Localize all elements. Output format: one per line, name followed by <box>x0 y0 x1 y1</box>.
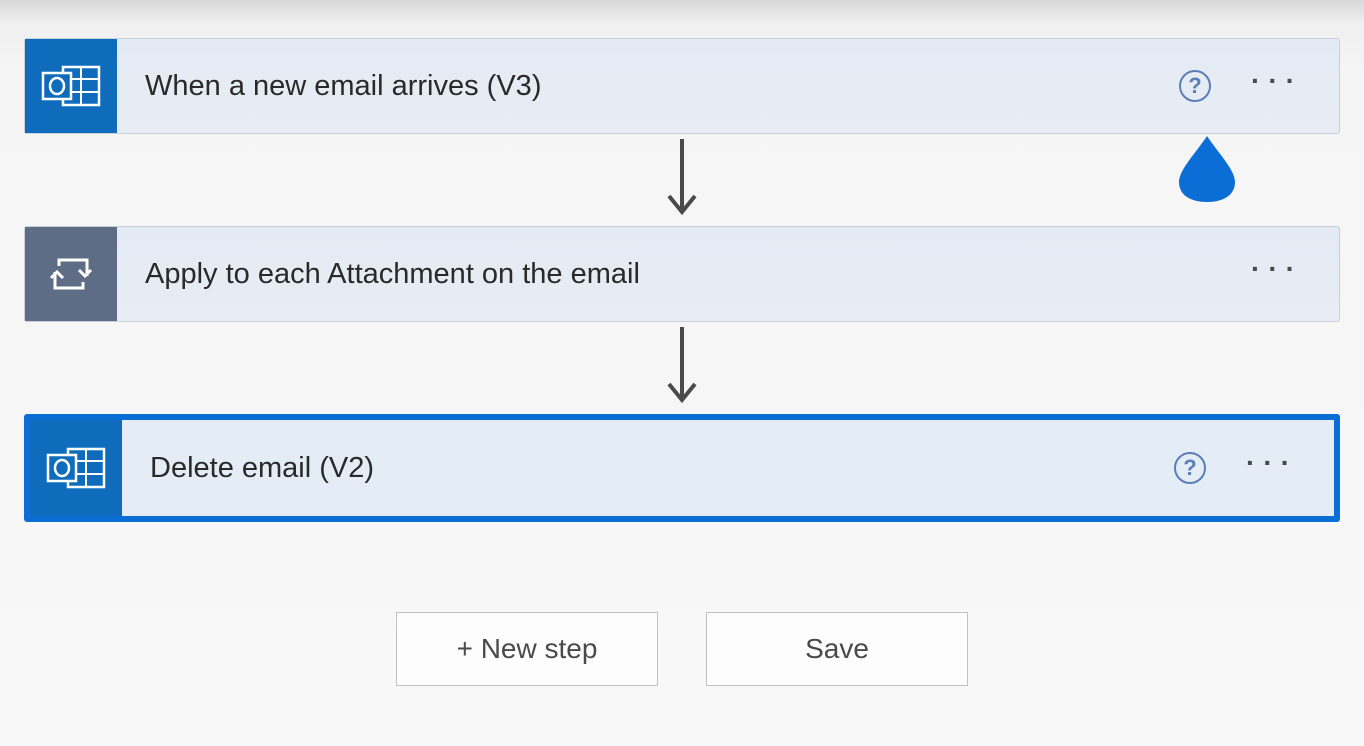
arrow-connector <box>661 322 703 414</box>
flow-designer: When a new email arrives (V3) ? ··· Appl… <box>0 38 1364 686</box>
more-menu-icon[interactable]: ··· <box>1246 449 1298 487</box>
cursor-drop-icon <box>1173 132 1241 204</box>
step-actions: ··· <box>1251 255 1339 293</box>
arrow-down-icon <box>661 134 703 226</box>
loop-icon <box>49 252 93 296</box>
help-icon[interactable]: ? <box>1179 70 1211 102</box>
outlook-icon-box <box>25 39 117 133</box>
step-title: Delete email (V2) <box>150 452 374 485</box>
step-title: Apply to each Attachment on the email <box>145 258 640 291</box>
new-step-button[interactable]: + New step <box>396 612 658 686</box>
outlook-icon <box>41 61 101 111</box>
step-content: Delete email (V2) <box>122 452 1174 485</box>
action-step-card-selected[interactable]: Delete email (V2) ? ··· <box>24 414 1340 522</box>
more-menu-icon[interactable]: ··· <box>1251 255 1303 293</box>
arrow-down-icon <box>661 322 703 414</box>
arrow-connector <box>661 134 703 226</box>
help-icon[interactable]: ? <box>1174 452 1206 484</box>
step-content: Apply to each Attachment on the email <box>117 258 1251 291</box>
more-menu-icon[interactable]: ··· <box>1251 67 1303 105</box>
outlook-icon-box <box>30 420 122 516</box>
step-actions: ? ··· <box>1174 449 1334 487</box>
save-button[interactable]: Save <box>706 612 968 686</box>
trigger-step-card[interactable]: When a new email arrives (V3) ? ··· <box>24 38 1340 134</box>
loop-icon-box <box>25 227 117 321</box>
step-content: When a new email arrives (V3) <box>117 70 1179 103</box>
loop-step-card[interactable]: Apply to each Attachment on the email ··… <box>24 226 1340 322</box>
step-title: When a new email arrives (V3) <box>145 70 541 103</box>
step-actions: ? ··· <box>1179 67 1339 105</box>
buttons-row: + New step Save <box>396 612 968 686</box>
outlook-icon <box>46 443 106 493</box>
